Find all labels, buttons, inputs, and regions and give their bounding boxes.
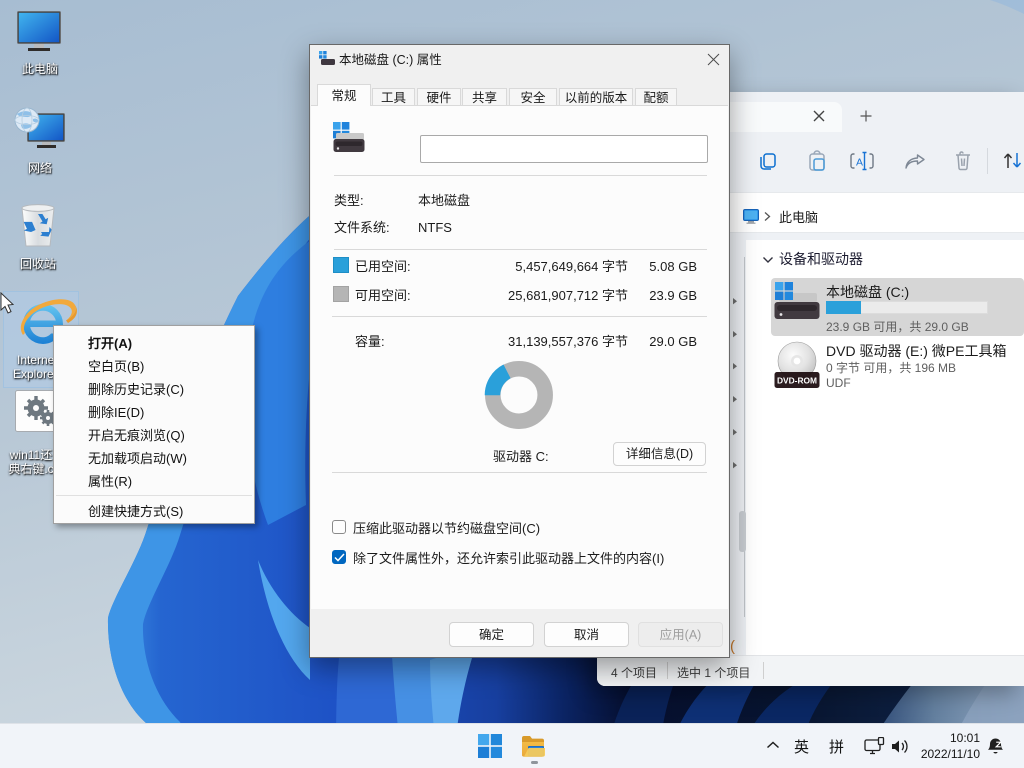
- svg-text:DVD-ROM: DVD-ROM: [777, 376, 817, 386]
- svg-text:A: A: [856, 157, 863, 169]
